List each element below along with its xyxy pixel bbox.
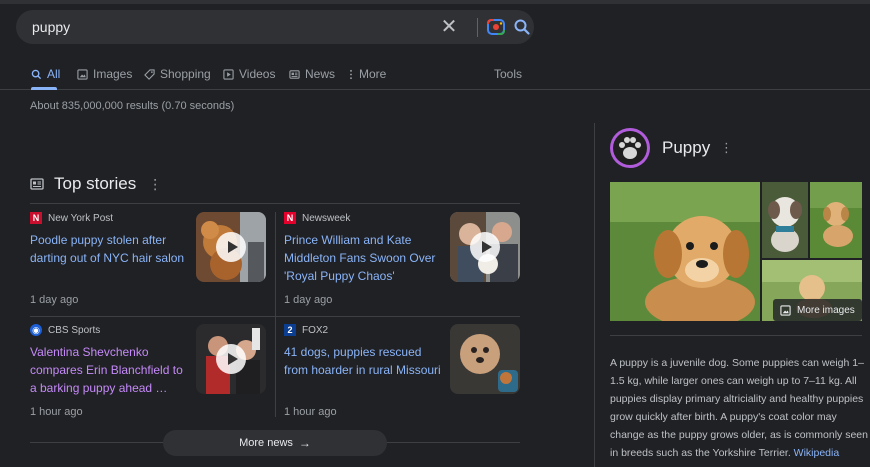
arrow-right-icon: → [298,436,311,450]
story-card[interactable]: N Newsweek Prince William and Kate Middl… [284,212,522,320]
more-options-icon[interactable]: ⋮ [720,140,733,156]
more-options-icon[interactable]: ⋮ [148,176,162,193]
story-headline[interactable]: Poodle puppy stolen after darting out of… [30,231,188,267]
divider [610,335,862,336]
tab-more[interactable]: More [348,67,386,81]
tools-button[interactable]: Tools [494,67,522,81]
divider [30,203,520,204]
play-box-icon [223,68,234,80]
cbs-sports-favicon-icon: ◉ [30,324,42,336]
puppy-image[interactable] [762,182,808,258]
story-thumbnail[interactable] [450,212,520,282]
story-thumbnail[interactable] [196,212,266,282]
story-thumbnail[interactable] [450,324,520,394]
story-source: ◉ CBS Sports [30,324,100,336]
tab-more-label: More [359,67,387,81]
story-headline[interactable]: 41 dogs, puppies rescued from hoarder in… [284,343,442,379]
lens-camera-icon[interactable] [486,17,506,37]
tab-videos[interactable]: Videos [223,67,275,81]
search-tabs: All Images Shopping Videos News More Too… [0,60,870,90]
knowledge-panel-title: Puppy [662,138,711,157]
puppy-image[interactable] [810,182,862,258]
more-vert-icon [350,69,352,79]
newspaper-icon [30,178,44,190]
tab-shopping-label: Shopping [160,67,211,81]
search-bar-divider [477,18,478,37]
more-news-button[interactable]: More news → [163,430,387,456]
tab-videos-label: Videos [239,67,276,81]
story-source: N Newsweek [284,212,350,224]
story-source: 2 FOX2 [284,324,328,336]
tab-all-label: All [47,67,61,81]
top-stories-title: Top stories [54,174,137,193]
result-stats: About 835,000,000 results (0.70 seconds) [30,100,235,112]
top-stories-header: Top stories ⋮ [30,174,162,194]
tab-news[interactable]: News [289,67,335,81]
story-age: 1 hour ago [284,406,337,418]
tools-label: Tools [494,67,523,81]
story-source-label: New York Post [48,212,114,224]
tab-news-label: News [305,67,336,81]
search-icon [31,69,42,79]
play-icon [470,232,500,262]
story-thumbnail[interactable] [196,324,266,394]
play-icon [216,232,246,262]
image-icon [780,304,791,316]
clear-search-icon[interactable]: ✕ [437,15,461,39]
wikipedia-link[interactable]: Wikipedia [794,447,840,459]
paw-icon [610,128,650,168]
search-input[interactable]: puppy [32,19,70,35]
story-card[interactable]: N New York Post Poodle puppy stolen afte… [30,212,268,320]
story-source: N New York Post [30,212,113,224]
newspaper-icon [289,69,300,79]
story-card[interactable]: ◉ CBS Sports Valentina Shevchenko compar… [30,324,268,432]
description-text: A puppy is a juvenile dog. Some puppies … [610,357,868,459]
story-card[interactable]: 2 FOX2 41 dogs, puppies rescued from hoa… [284,324,522,432]
more-images-label: More images [797,304,855,316]
tab-shopping[interactable]: Shopping [144,67,211,81]
active-tab-indicator [31,87,57,90]
tag-icon [144,68,155,80]
image-icon [77,68,88,80]
story-age: 1 day ago [284,294,333,306]
search-icon[interactable] [512,17,532,37]
more-news-label: More news [239,437,293,449]
nypost-favicon-icon: N [30,212,42,224]
story-source-label: FOX2 [302,324,329,336]
story-headline[interactable]: Valentina Shevchenko compares Erin Blanc… [30,343,188,397]
fox2-favicon-icon: 2 [284,324,296,336]
knowledge-panel-divider [594,123,595,467]
tab-all[interactable]: All [31,67,60,81]
knowledge-panel-description: A puppy is a juvenile dog. Some puppies … [610,354,868,462]
story-age: 1 day ago [30,294,79,306]
story-source-label: CBS Sports [48,324,101,336]
story-age: 1 hour ago [30,406,83,418]
newsweek-favicon-icon: N [284,212,296,224]
story-headline[interactable]: Prince William and Kate Middleton Fans S… [284,231,442,285]
story-source-label: Newsweek [302,212,351,224]
puppy-image-main[interactable] [610,182,760,321]
tab-images-label: Images [93,67,133,81]
search-bar[interactable]: puppy ✕ [16,10,534,44]
top-strip [0,0,870,4]
play-icon [216,344,246,374]
more-images-button[interactable]: More images [773,299,862,321]
tab-images[interactable]: Images [77,67,132,81]
divider [30,316,520,317]
divider [275,212,276,417]
